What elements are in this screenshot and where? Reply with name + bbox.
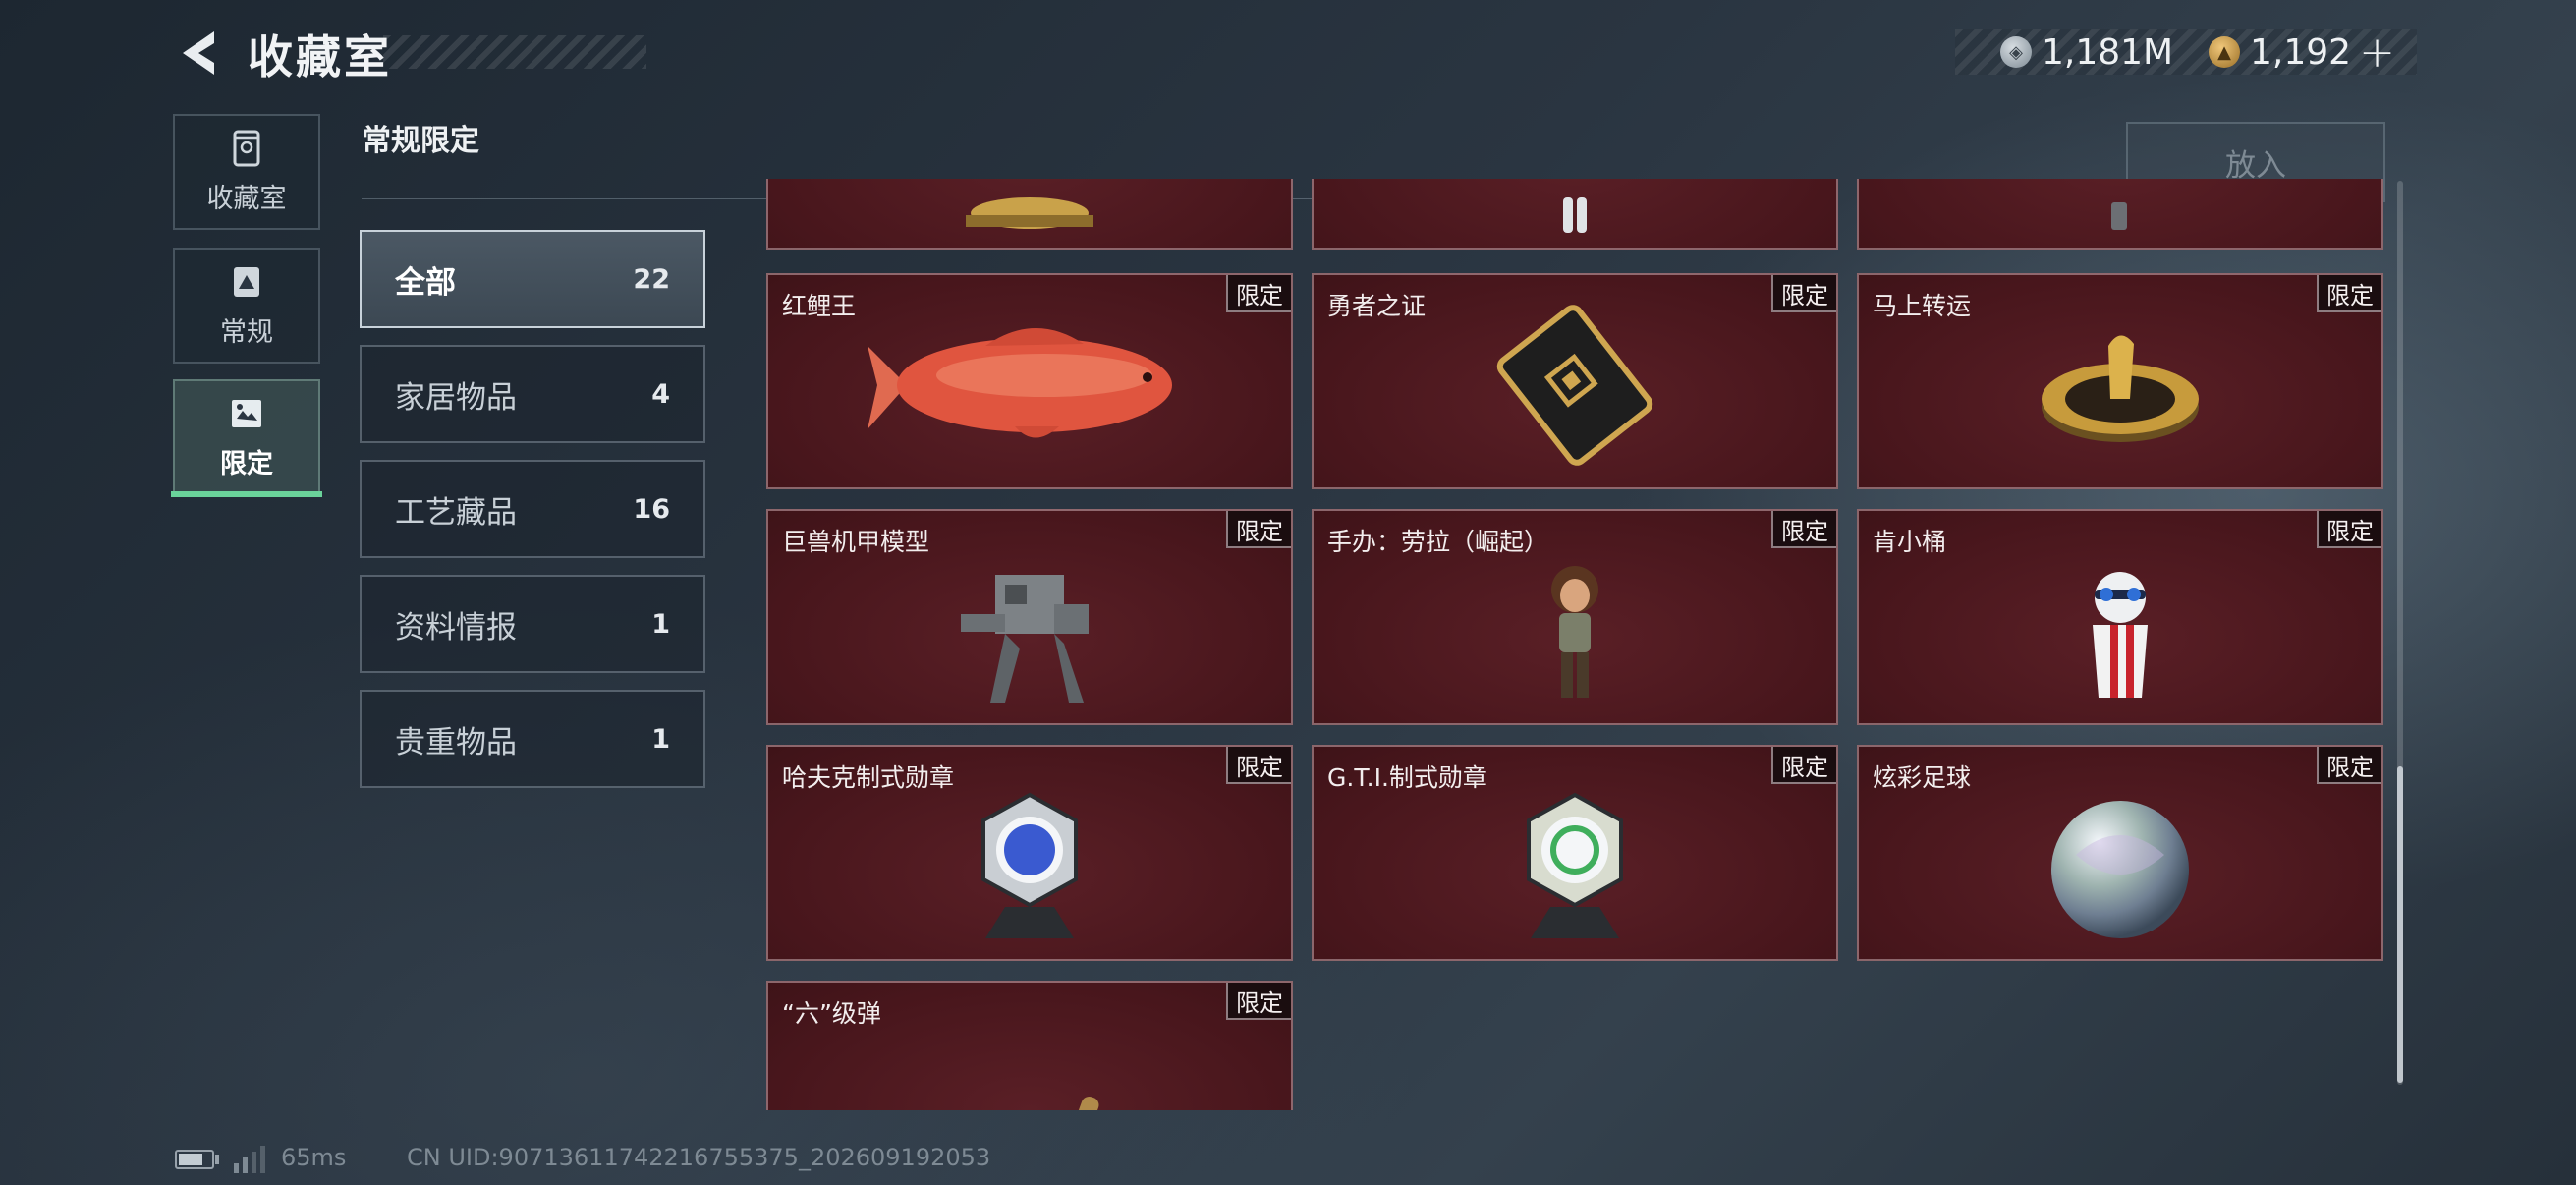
category-name: 全部 xyxy=(395,264,456,301)
item-name: 肯小桶 xyxy=(1873,528,1947,556)
item-card[interactable] xyxy=(766,179,1293,250)
scrollbar-thumb[interactable] xyxy=(2397,766,2403,1083)
blue-medal-icon xyxy=(981,792,1078,939)
item-name: G.T.I.制式勋章 xyxy=(1327,763,1487,792)
silver-coin-icon: ◈ xyxy=(2000,36,2032,68)
item-name: 马上转运 xyxy=(1873,292,1972,320)
item-card-mech-model[interactable]: 巨兽机甲模型 限定 xyxy=(766,509,1293,725)
nav-collection-room[interactable]: 收藏室 xyxy=(173,114,320,230)
add-currency-button[interactable]: + xyxy=(2359,28,2395,78)
battery-tip xyxy=(215,1155,219,1164)
item-card-color-football[interactable]: 炫彩足球 限定 xyxy=(1857,745,2383,961)
item-name: 手办：劳拉（崛起） xyxy=(1327,528,1549,556)
signal-icon xyxy=(234,1146,265,1173)
limited-badge: 限定 xyxy=(1226,511,1291,548)
card-triangle-icon xyxy=(234,266,259,297)
battery-icon xyxy=(175,1150,214,1169)
gold-coin-icon: ▲ xyxy=(2209,36,2240,68)
gold-amount: 1,192 xyxy=(2250,31,2352,73)
lara-figurine-icon xyxy=(1551,566,1598,699)
limited-badge: 限定 xyxy=(1226,275,1291,312)
limited-badge: 限定 xyxy=(1771,275,1836,312)
item-name: 炫彩足球 xyxy=(1873,763,1972,792)
limited-badge: 限定 xyxy=(1226,747,1291,784)
small-object-icon xyxy=(2111,201,2127,230)
bullet-hand-icon xyxy=(1066,1097,1099,1110)
limited-badge: 限定 xyxy=(2317,275,2381,312)
item-name: 巨兽机甲模型 xyxy=(782,528,930,556)
nav-limited[interactable]: 限定 xyxy=(173,379,320,495)
figurine-feet-icon xyxy=(1563,197,1587,233)
item-card[interactable] xyxy=(1312,179,1838,250)
back-arrow-icon[interactable] xyxy=(173,26,228,81)
limited-badge: 限定 xyxy=(1226,983,1291,1020)
item-card-fortune-wheel[interactable]: 马上转运 限定 xyxy=(1857,273,2383,489)
limited-badge: 限定 xyxy=(2317,511,2381,548)
nav-label: 限定 xyxy=(220,448,273,480)
horse-wheel-icon xyxy=(2042,335,2199,443)
item-name: 勇者之证 xyxy=(1327,292,1427,320)
limited-frame-icon xyxy=(232,399,261,427)
green-medal-icon xyxy=(1527,792,1623,939)
category-valuables[interactable]: 贵重物品 1 xyxy=(360,690,705,788)
limited-badge: 限定 xyxy=(1771,747,1836,784)
item-card-brave-proof[interactable]: 勇者之证 限定 xyxy=(1312,273,1838,489)
item-card-level-six-bullet[interactable]: “六”级弹 限定 xyxy=(766,981,1293,1110)
category-home-items[interactable]: 家居物品 4 xyxy=(360,345,705,443)
limited-badge: 限定 xyxy=(2317,747,2381,784)
gold-card-icon xyxy=(1496,305,1653,467)
item-name: 红鲤王 xyxy=(782,292,857,320)
page-title: 收藏室 xyxy=(248,30,392,84)
category-count: 1 xyxy=(651,608,670,640)
red-carp-icon xyxy=(868,328,1172,438)
silver-amount: 1,181M xyxy=(2042,31,2174,73)
category-intel[interactable]: 资料情报 1 xyxy=(360,575,705,673)
item-card-lara-figure[interactable]: 手办：劳拉（崛起） 限定 xyxy=(1312,509,1838,725)
item-card[interactable] xyxy=(1857,179,2383,250)
section-title: 常规限定 xyxy=(362,124,479,158)
category-name: 工艺藏品 xyxy=(395,494,517,531)
currency-silver: ◈ 1,181M xyxy=(2000,29,2173,75)
item-card-red-carp[interactable]: 红鲤王 限定 xyxy=(766,273,1293,489)
item-grid[interactable]: 红鲤王 限定 勇者之证 限定 马上转运 限定 巨兽机甲模型 限定 手办：劳拉（崛… xyxy=(766,179,2387,1110)
category-count: 1 xyxy=(651,723,670,755)
display-cabinet-icon xyxy=(233,130,260,166)
category-all[interactable]: 全部 22 xyxy=(360,230,705,328)
item-name: “六”级弹 xyxy=(782,999,881,1028)
title-decoration xyxy=(383,35,646,69)
category-name: 家居物品 xyxy=(395,379,517,416)
gold-trophy-icon xyxy=(966,197,1093,229)
limited-badge: 限定 xyxy=(1771,511,1836,548)
nav-active-indicator xyxy=(171,491,322,497)
item-name: 哈夫克制式勋章 xyxy=(782,763,955,792)
currency-gold[interactable]: ▲ 1,192 + xyxy=(2209,28,2395,78)
category-name: 资料情报 xyxy=(395,609,517,646)
category-count: 4 xyxy=(651,378,670,410)
mech-robot-icon xyxy=(961,575,1089,704)
category-crafts[interactable]: 工艺藏品 16 xyxy=(360,460,705,558)
holo-ball-icon xyxy=(2051,801,2189,939)
item-card-kfc-bucket[interactable]: 肯小桶 限定 xyxy=(1857,509,2383,725)
uid-text: CN UID:9071361174221675537​5_20260919205… xyxy=(407,1144,991,1171)
item-card-gti-medal[interactable]: G.T.I.制式勋章 限定 xyxy=(1312,745,1838,961)
category-name: 贵重物品 xyxy=(395,724,517,761)
category-count: 16 xyxy=(633,493,670,525)
ping-text: 65ms xyxy=(281,1144,347,1171)
nav-label: 常规 xyxy=(220,316,273,348)
colonel-bucket-icon xyxy=(2093,572,2148,699)
category-count: 22 xyxy=(633,263,670,295)
nav-label: 收藏室 xyxy=(206,183,287,214)
item-card-haavk-medal[interactable]: 哈夫克制式勋章 限定 xyxy=(766,745,1293,961)
nav-regular[interactable]: 常规 xyxy=(173,248,320,364)
